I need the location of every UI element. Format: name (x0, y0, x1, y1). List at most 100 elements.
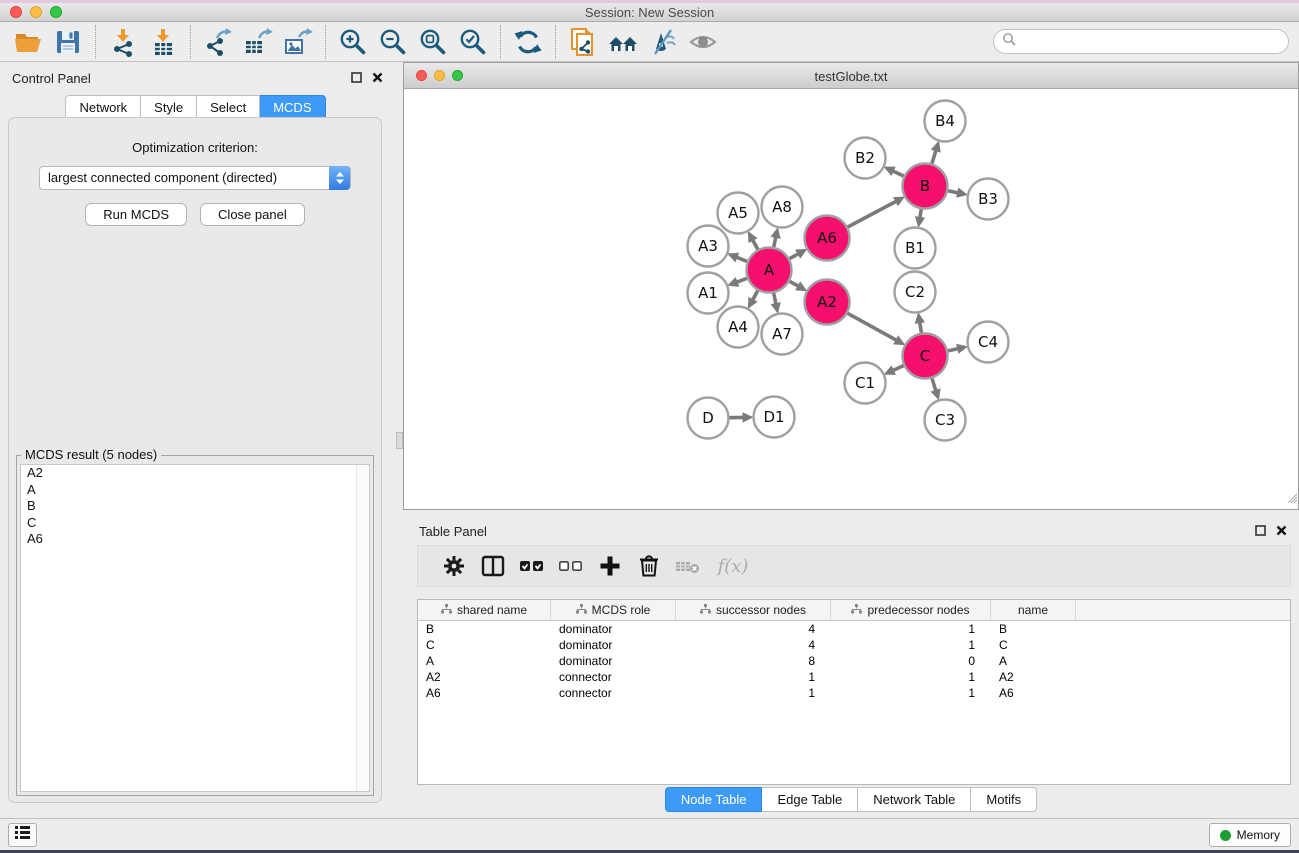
table-cell[interactable]: 1 (676, 669, 831, 685)
home-icon[interactable] (603, 25, 643, 59)
list-item[interactable]: C (21, 515, 369, 532)
table-cell[interactable]: 1 (831, 669, 991, 685)
graph-edge-A6-B[interactable] (848, 201, 897, 227)
column-header-predecessor-nodes[interactable]: predecessor nodes (831, 600, 991, 620)
column-header-name[interactable]: name (991, 600, 1076, 620)
columns-view-icon[interactable] (473, 549, 512, 583)
table-cell[interactable]: B (991, 621, 1076, 637)
table-row[interactable]: A6connector11A6 (418, 685, 1290, 701)
add-column-icon[interactable] (590, 549, 629, 583)
resize-grip-icon[interactable] (1285, 490, 1297, 508)
task-history-button[interactable] (8, 823, 37, 847)
graph-node-A7[interactable]: A7 (762, 314, 803, 355)
float-table-panel-icon[interactable] (1255, 523, 1266, 541)
tab-edge-table[interactable]: Edge Table (762, 787, 858, 812)
graph-node-B2[interactable]: B2 (845, 138, 886, 179)
graph-node-A1[interactable]: A1 (688, 273, 729, 314)
table-cell[interactable]: connector (551, 669, 676, 685)
refresh-icon[interactable] (508, 25, 548, 59)
list-item[interactable]: A2 (21, 465, 369, 482)
graph-edge-A-A3[interactable] (736, 257, 747, 261)
node-table[interactable]: shared nameMCDS rolesuccessor nodesprede… (417, 599, 1291, 785)
graph-node-C[interactable]: C (903, 334, 948, 379)
table-cell[interactable]: A (991, 653, 1076, 669)
graph-node-A5[interactable]: A5 (718, 193, 759, 234)
table-cell[interactable]: C (991, 637, 1076, 653)
network-window-titlebar[interactable]: testGlobe.txt (404, 63, 1298, 89)
float-panel-icon[interactable] (351, 70, 362, 88)
graph-edge-A-A7[interactable] (774, 293, 776, 304)
graph-node-B1[interactable]: B1 (895, 228, 936, 269)
table-cell[interactable]: 8 (676, 653, 831, 669)
tab-network-table[interactable]: Network Table (858, 787, 971, 812)
table-cell[interactable]: dominator (551, 621, 676, 637)
export-network-icon[interactable] (198, 25, 238, 59)
table-cell[interactable]: B (418, 621, 551, 637)
graph-edge-B-B1[interactable] (920, 209, 921, 218)
duplicate-network-icon[interactable] (563, 25, 603, 59)
network-canvas[interactable]: AA1A2A3A4A5A6A7A8BB1B2B3B4CC1C2C3C4DD1 (404, 89, 1298, 509)
table-row[interactable]: Bdominator41B (418, 621, 1290, 637)
tab-node-table[interactable]: Node Table (665, 787, 763, 812)
memory-button[interactable]: Memory (1209, 823, 1291, 847)
graph-edge-C-C3[interactable] (932, 378, 936, 390)
run-mcds-button[interactable]: Run MCDS (85, 203, 187, 226)
export-table-icon[interactable] (238, 25, 278, 59)
table-cell[interactable]: 4 (676, 621, 831, 637)
splitter-grip[interactable] (396, 432, 403, 449)
graph-edge-A2-C[interactable] (848, 313, 897, 340)
close-panel-button[interactable]: Close panel (200, 203, 305, 226)
table-cell[interactable]: 4 (676, 637, 831, 653)
save-session-icon[interactable] (48, 25, 88, 59)
graph-node-A6[interactable]: A6 (805, 216, 850, 261)
function-builder-icon[interactable]: f(x) (707, 549, 759, 583)
close-panel-icon[interactable] (372, 70, 383, 88)
table-cell[interactable]: dominator (551, 653, 676, 669)
zoom-fit-icon[interactable] (413, 25, 453, 59)
deselect-all-icon[interactable] (551, 549, 590, 583)
export-image-icon[interactable] (278, 25, 318, 59)
graph-node-A3[interactable]: A3 (688, 226, 729, 267)
tab-motifs[interactable]: Motifs (971, 787, 1037, 812)
search-input[interactable] (993, 29, 1289, 54)
zoom-selected-icon[interactable] (453, 25, 493, 59)
table-cell[interactable]: C (418, 637, 551, 653)
network-graph[interactable]: AA1A2A3A4A5A6A7A8BB1B2B3B4CC1C2C3C4DD1 (404, 89, 1298, 509)
graph-node-B4[interactable]: B4 (925, 101, 966, 142)
graph-node-B3[interactable]: B3 (968, 179, 1009, 220)
graph-node-C4[interactable]: C4 (968, 322, 1009, 363)
column-header-mcds-role[interactable]: MCDS role (551, 600, 676, 620)
open-session-icon[interactable] (8, 25, 48, 59)
table-cell[interactable]: A6 (991, 685, 1076, 701)
list-item[interactable]: B (21, 498, 369, 515)
graph-edge-A-A8[interactable] (774, 237, 776, 247)
graph-edge-A-A4[interactable] (753, 291, 758, 301)
zoom-out-icon[interactable] (373, 25, 413, 59)
column-header-shared-name[interactable]: shared name (418, 600, 551, 620)
list-item[interactable]: A (21, 482, 369, 499)
list-item[interactable]: A6 (21, 531, 369, 548)
table-row[interactable]: Adominator80A (418, 653, 1290, 669)
table-cell[interactable]: 1 (676, 685, 831, 701)
graph-node-D1[interactable]: D1 (754, 397, 795, 438)
graph-edge-B-B2[interactable] (893, 171, 904, 176)
hide-graphics-details-icon[interactable] (643, 25, 683, 59)
graph-edge-C-C1[interactable] (893, 366, 904, 371)
table-cell[interactable]: A2 (991, 669, 1076, 685)
table-cell[interactable]: A (418, 653, 551, 669)
table-cell[interactable]: A6 (418, 685, 551, 701)
settings-gear-icon[interactable] (434, 549, 473, 583)
graph-node-A4[interactable]: A4 (718, 307, 759, 348)
select-all-icon[interactable] (512, 549, 551, 583)
graph-node-D[interactable]: D (688, 398, 729, 439)
delete-column-icon[interactable] (629, 549, 668, 583)
graph-edge-A-A1[interactable] (737, 278, 747, 282)
graph-node-C3[interactable]: C3 (925, 400, 966, 441)
graph-node-C1[interactable]: C1 (845, 363, 886, 404)
table-cell[interactable]: A2 (418, 669, 551, 685)
column-header-successor-nodes[interactable]: successor nodes (676, 600, 831, 620)
zoom-in-icon[interactable] (333, 25, 373, 59)
table-cell[interactable]: connector (551, 685, 676, 701)
graph-edge-A-A6[interactable] (790, 254, 799, 259)
graph-edge-A-A5[interactable] (753, 240, 758, 250)
